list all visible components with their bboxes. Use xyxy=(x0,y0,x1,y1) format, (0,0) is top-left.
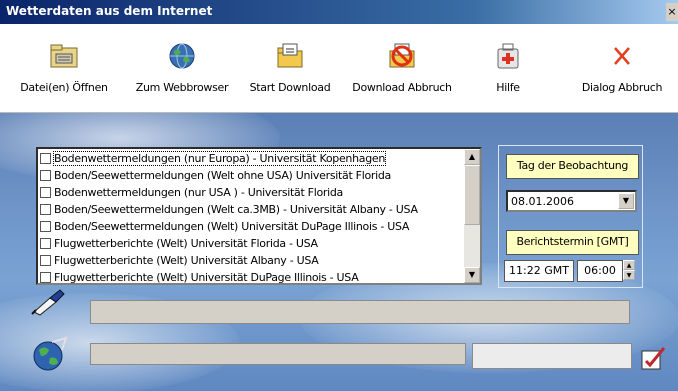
spin-down-button[interactable]: ▼ xyxy=(623,270,635,280)
checkbox[interactable] xyxy=(40,271,51,283)
source-list: Bodenwettermeldungen (nur Europa) - Univ… xyxy=(36,147,482,285)
list-item[interactable]: Flugwetterberichte (Welt) Universität Al… xyxy=(40,252,319,269)
open-files-label: Datei(en) Öffnen xyxy=(20,81,108,94)
edit-checkbox-icon[interactable] xyxy=(640,345,668,371)
help-button[interactable]: Hilfe xyxy=(460,24,556,112)
download-progress-bar xyxy=(90,343,466,365)
checkbox[interactable] xyxy=(40,220,51,232)
first-aid-kit-icon xyxy=(497,43,519,69)
close-x-icon xyxy=(614,47,630,65)
content-area: Bodenwettermeldungen (nur Europa) - Univ… xyxy=(0,113,678,391)
checkbox[interactable] xyxy=(40,254,51,266)
checkbox[interactable] xyxy=(40,237,51,249)
scroll-down-button[interactable]: ▼ xyxy=(464,267,480,283)
list-item[interactable]: Bodenwettermeldungen (nur Europa) - Univ… xyxy=(40,150,387,167)
start-download-label: Start Download xyxy=(249,81,331,94)
list-item[interactable]: Boden/Seewettermeldungen (Welt) Universi… xyxy=(40,218,409,235)
globe-arrow-icon xyxy=(33,336,68,371)
current-time: 11:22 GMT xyxy=(504,260,574,282)
report-hour-field[interactable]: 06:00 xyxy=(577,260,623,282)
globe-icon xyxy=(169,43,195,69)
checkbox[interactable] xyxy=(40,152,51,164)
download-folder-icon xyxy=(277,43,303,68)
title-bar: Wetterdaten aus dem Internet × xyxy=(0,0,678,24)
date-value: 08.01.2006 xyxy=(511,195,574,208)
open-files-button[interactable]: Datei(en) Öffnen xyxy=(0,24,128,112)
observation-date-button[interactable]: Tag der Beobachtung xyxy=(506,154,639,179)
dialog-abort-label: Dialog Abbruch xyxy=(581,81,663,94)
scroll-up-button[interactable]: ▲ xyxy=(464,149,480,165)
dialog-abort-button[interactable]: Dialog Abbruch xyxy=(566,24,678,112)
close-window-button[interactable]: × xyxy=(666,3,678,21)
checkbox[interactable] xyxy=(40,186,51,198)
scroll-thumb[interactable] xyxy=(464,165,480,225)
date-select[interactable]: 08.01.2006 ▼ xyxy=(506,190,637,212)
web-browser-button[interactable]: Zum Webbrowser xyxy=(128,24,236,112)
list-scrollbar[interactable]: ▲ ▼ xyxy=(464,149,480,283)
start-download-button[interactable]: Start Download xyxy=(236,24,344,112)
progress-info-field xyxy=(472,343,632,369)
settings-panel: Tag der Beobachtung 08.01.2006 ▼ Bericht… xyxy=(498,145,643,288)
list-item[interactable]: Boden/Seewettermeldungen (Welt ohne USA)… xyxy=(40,167,391,184)
report-time-button[interactable]: Berichtstermin [GMT] xyxy=(506,230,639,255)
list-item[interactable]: Flugwetterberichte (Welt) Universität Du… xyxy=(40,269,359,283)
checkbox[interactable] xyxy=(40,169,51,181)
pen-icon xyxy=(31,289,65,316)
list-item[interactable]: Boden/Seewettermeldungen (Welt ca.3MB) -… xyxy=(40,201,418,218)
status-field xyxy=(90,300,630,324)
download-abort-label: Download Abbruch xyxy=(352,81,452,94)
help-label: Hilfe xyxy=(496,81,520,94)
checkbox[interactable] xyxy=(40,203,51,215)
chevron-down-icon[interactable]: ▼ xyxy=(618,193,634,209)
folder-open-icon xyxy=(50,44,78,68)
cancel-download-icon xyxy=(389,43,415,68)
list-item[interactable]: Flugwetterberichte (Welt) Universität Fl… xyxy=(40,235,318,252)
web-browser-label: Zum Webbrowser xyxy=(135,81,229,94)
download-abort-button[interactable]: Download Abbruch xyxy=(344,24,460,112)
toolbar: Datei(en) Öffnen Zum Webbrowser Start Do… xyxy=(0,24,678,113)
list-item[interactable]: Bodenwettermeldungen (nur USA ) - Univer… xyxy=(40,184,343,201)
window-title: Wetterdaten aus dem Internet xyxy=(6,4,213,18)
spin-up-button[interactable]: ▲ xyxy=(623,260,635,270)
